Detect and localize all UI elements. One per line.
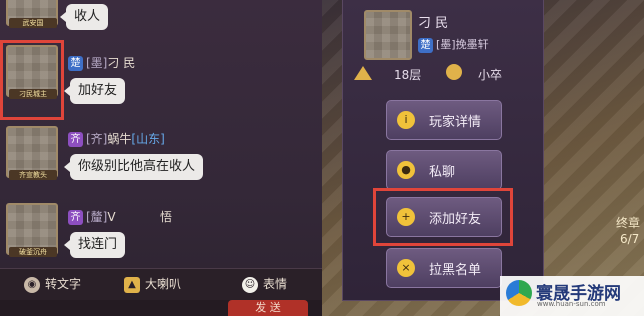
avatar-tag: 齐宣教头	[9, 170, 57, 180]
chapter-progress: 6/7	[620, 232, 640, 246]
faction-badge: 楚	[68, 56, 83, 71]
sender-name-suffix: 悟	[160, 210, 173, 224]
smiley-icon: ☺	[242, 276, 258, 293]
avatar[interactable]: 齐宣教头	[6, 126, 58, 180]
sender-name-text: 刁 民	[107, 56, 136, 70]
blacklist-button[interactable]: × 拉黑名单	[386, 248, 502, 288]
player-avatar	[364, 10, 412, 60]
chapter-title: 终章	[616, 216, 641, 230]
blacklist-label: 拉黑名单	[429, 263, 482, 278]
sender-name-text: V	[107, 210, 116, 224]
sender-name: 齐 [釐]V	[68, 208, 116, 225]
avatar-highlight-box	[0, 40, 64, 120]
chat-bubble: 加好友	[63, 78, 126, 104]
voice-to-text-label: 转文字	[45, 277, 82, 291]
watermark-logo-icon	[506, 280, 532, 306]
chat-bubble: 你级别比他高在收人	[63, 154, 204, 180]
faction-badge: 齐	[68, 210, 83, 225]
faction-badge: 楚	[418, 37, 433, 53]
avatar[interactable]: 破釜沉舟	[6, 203, 58, 257]
private-chat-label: 私聊	[429, 165, 456, 180]
avatar-tag: 破釜沉舟	[9, 247, 57, 257]
sender-name-text: 蜗牛	[107, 132, 132, 146]
send-button[interactable]: 发 送	[228, 300, 308, 316]
emoji-label: 表情	[263, 277, 288, 291]
guild-tag: [墨]	[86, 56, 108, 70]
add-friend-highlight-box	[373, 188, 513, 246]
location-tag: [山东]	[131, 132, 165, 146]
voice-to-text-button[interactable]: ◉ 转文字	[24, 275, 81, 295]
horn-button[interactable]: ▲ 大喇叭	[124, 275, 181, 295]
private-chat-button[interactable]: ● 私聊	[386, 150, 502, 190]
emoji-button[interactable]: ☺ 表情	[242, 275, 287, 295]
sender-name: 楚 [墨]刁 民	[68, 54, 135, 71]
rank-icon	[446, 64, 462, 80]
player-details-label: 玩家详情	[429, 115, 482, 130]
chat-bubble: 找连门	[63, 232, 126, 258]
player-floor: 18层	[394, 68, 422, 82]
guild-tag: [齐]	[86, 132, 108, 146]
microphone-icon: ◉	[24, 276, 40, 293]
avatar[interactable]: 武安国	[6, 0, 58, 28]
player-name: 刁 民	[418, 16, 449, 31]
avatar-tag: 武安国	[9, 18, 57, 28]
info-icon: i	[397, 111, 415, 129]
sender-name: 齐 [齐]蜗牛[山东]	[68, 130, 165, 147]
player-guild: 楚 [墨]挽墨轩	[418, 36, 489, 53]
horn-label: 大喇叭	[145, 277, 182, 291]
faction-badge: 齐	[68, 132, 83, 147]
player-details-button[interactable]: i 玩家详情	[386, 100, 502, 140]
person-icon: ●	[397, 161, 415, 179]
watermark-url: www.huan-sun.com	[537, 300, 606, 308]
player-rank: 小卒	[478, 68, 503, 82]
player-guild-text: [墨]挽墨轩	[436, 38, 489, 51]
horn-icon: ▲	[124, 276, 140, 293]
guild-tag: [釐]	[86, 210, 108, 224]
block-user-icon: ×	[397, 259, 415, 277]
chat-bubble: 收人	[59, 4, 109, 30]
